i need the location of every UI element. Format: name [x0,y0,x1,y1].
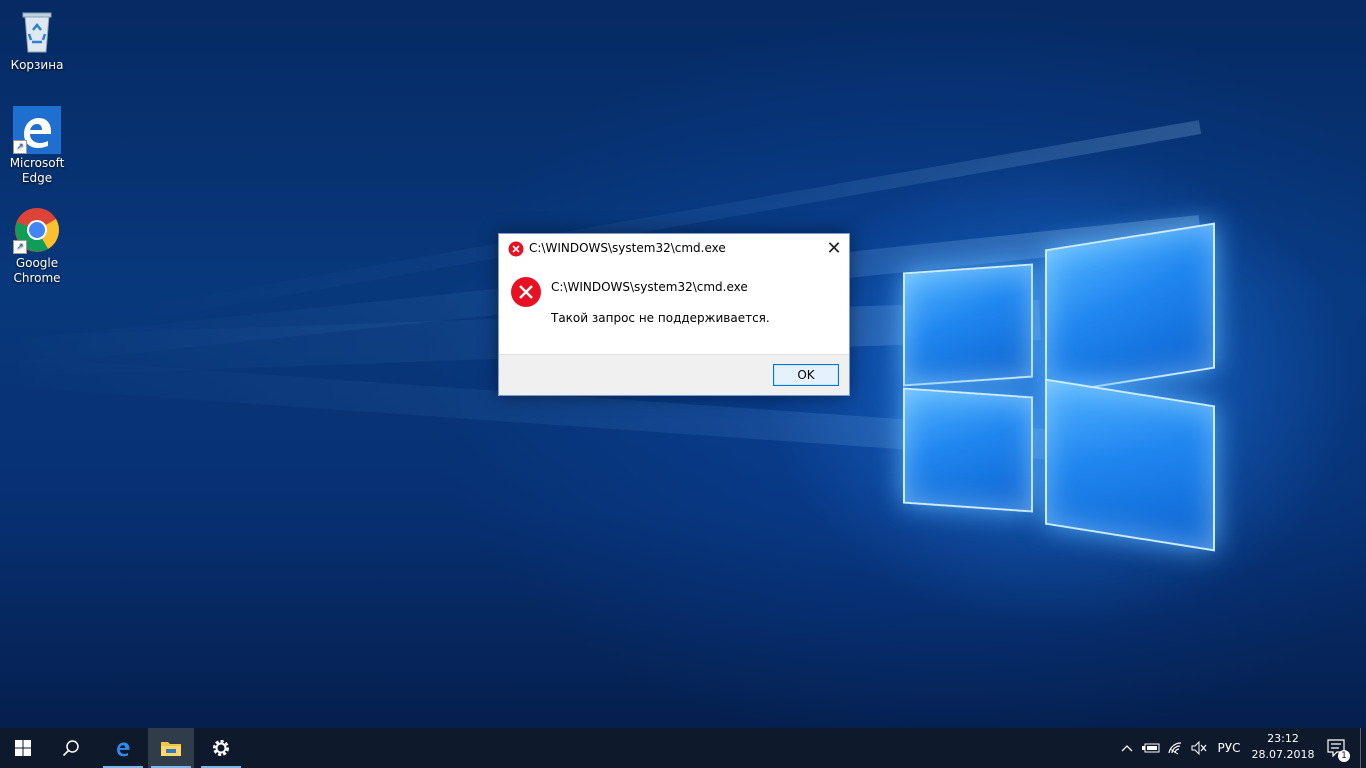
windows-start-icon [15,740,31,756]
windows-logo-pane [903,387,1033,513]
desktop-icon-label: Google Chrome [13,256,61,285]
ok-button[interactable]: OK [773,364,839,386]
taskbar-settings-button[interactable] [198,728,244,768]
action-center-button[interactable]: 1 [1320,728,1354,768]
dialog-footer: OK [499,354,849,395]
desktop-icon-chrome[interactable]: ↗ Google Chrome [0,206,74,286]
windows-logo-pane [903,263,1033,387]
dialog-title: C:\WINDOWS\system32\cmd.exe [529,241,726,255]
battery-button[interactable] [1140,728,1162,768]
error-icon [510,276,542,308]
taskbar-explorer-button[interactable] [148,728,194,768]
edge-icon [117,742,130,757]
wifi-icon [1168,742,1182,755]
taskbar: РУС 23:12 28.07.2018 1 [0,728,1366,768]
error-icon [508,241,524,257]
close-button[interactable]: ✕ [819,234,849,264]
clock-date: 28.07.2018 [1251,748,1315,761]
desktop-icon-label: Корзина [10,58,64,72]
gear-icon [213,740,229,756]
tray-overflow-button[interactable] [1116,728,1138,768]
close-icon: ✕ [826,238,842,259]
network-button[interactable] [1164,728,1186,768]
search-icon [62,740,79,757]
desktop-background: Корзина ↗ Microsoft Edge ↗ Google Chrome [0,0,1366,728]
dialog-body: C:\WINDOWS\system32\cmd.exe Такой запрос… [499,264,849,354]
windows-logo-pane [1045,222,1215,396]
volume-button[interactable] [1188,728,1210,768]
shortcut-arrow-icon: ↗ [13,240,27,254]
chrome-icon: ↗ [13,206,61,254]
recycle-bin-icon [13,8,61,56]
search-button[interactable] [48,728,94,768]
notification-count-badge: 1 [1338,750,1350,762]
dialog-titlebar[interactable]: C:\WINDOWS\system32\cmd.exe ✕ [499,234,849,264]
desktop-icon-label: Microsoft Edge [9,156,65,185]
folder-icon [161,742,181,756]
error-dialog: C:\WINDOWS\system32\cmd.exe ✕ C:\WINDOWS… [498,233,850,396]
desktop-icon-edge[interactable]: ↗ Microsoft Edge [0,106,74,186]
show-desktop-button[interactable] [1360,728,1366,768]
shortcut-arrow-icon: ↗ [13,140,27,154]
desktop-icon-recycle-bin[interactable]: Корзина [0,8,74,73]
dialog-heading: C:\WINDOWS\system32\cmd.exe [551,280,748,294]
dialog-message: Такой запрос не поддерживается. [551,311,770,325]
windows-logo-pane [1045,378,1215,552]
edge-icon: ↗ [13,106,61,154]
chevron-up-icon [1121,745,1133,752]
language-indicator[interactable]: РУС [1212,728,1246,768]
start-button[interactable] [0,728,46,768]
volume-muted-icon [1191,741,1207,755]
clock[interactable]: 23:12 28.07.2018 [1246,731,1320,763]
clock-time: 23:12 [1267,732,1299,745]
battery-icon [1142,743,1160,753]
taskbar-edge-button[interactable] [100,728,146,768]
